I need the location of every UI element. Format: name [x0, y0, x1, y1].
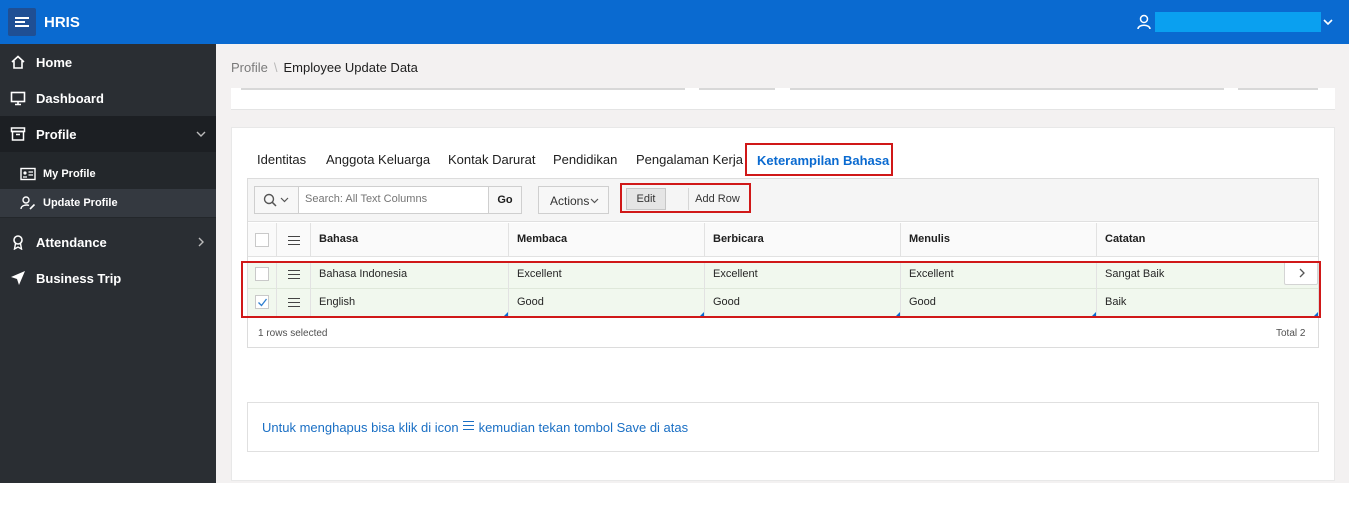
total-count: Total 2 [1276, 328, 1306, 339]
tab-pendidikan[interactable]: Pendidikan [553, 152, 617, 167]
sidebar-item-label: Profile [36, 127, 77, 142]
sidebar-item-dashboard[interactable]: Dashboard [0, 80, 216, 116]
breadcrumb-separator: \ [273, 60, 278, 75]
tab-pengalaman-kerja[interactable]: Pengalaman Kerja [636, 152, 743, 167]
tab-keterampilan-bahasa[interactable]: Keterampilan Bahasa [745, 143, 893, 176]
column-header-bahasa[interactable]: Bahasa [311, 223, 509, 257]
sidebar-item-profile[interactable]: Profile [0, 116, 216, 152]
id-card-icon [20, 167, 36, 181]
actions-menu-button[interactable]: Actions [538, 186, 609, 214]
chevron-down-icon [590, 198, 599, 204]
go-button[interactable]: Go [488, 187, 521, 213]
help-note-after: kemudian tekan tombol Save di atas [478, 420, 689, 435]
top-bar: HRIS [0, 0, 1349, 44]
help-note-before: Untuk menghapus bisa klik di icon [262, 420, 459, 435]
search-icon [263, 193, 277, 207]
sidebar-item-home[interactable]: Home [0, 44, 216, 80]
column-header-membaca[interactable]: Membaca [509, 223, 705, 257]
tab-kontak-darurat[interactable]: Kontak Darurat [448, 152, 535, 167]
monitor-icon [10, 91, 26, 106]
app-title: HRIS [44, 14, 80, 31]
previous-section-card [231, 88, 1335, 110]
actions-label: Actions [550, 194, 590, 208]
home-icon [11, 55, 25, 69]
add-row-button[interactable]: Add Row [688, 188, 746, 210]
search-input[interactable] [305, 193, 485, 205]
user-name[interactable] [1155, 12, 1321, 32]
search-column-selector[interactable] [255, 187, 299, 213]
sidebar-item-label: Business Trip [36, 271, 122, 286]
column-header-berbicara[interactable]: Berbicara [705, 223, 901, 257]
chevron-down-icon [280, 197, 289, 203]
archive-box-icon [10, 127, 26, 141]
breadcrumb: Profile \ Employee Update Data [231, 60, 418, 75]
select-all-checkbox[interactable] [255, 233, 269, 247]
sidebar-item-business-trip[interactable]: Business Trip [0, 260, 216, 296]
sidebar-item-update-profile[interactable]: Update Profile [0, 189, 216, 217]
menu-lines-icon [288, 236, 300, 245]
rows-highlight [241, 261, 1321, 318]
sidebar-item-label: Home [36, 55, 73, 70]
medal-icon [13, 235, 23, 250]
chevron-right-icon[interactable] [196, 236, 206, 248]
user-edit-icon [20, 196, 36, 210]
sidebar-item-label: Update Profile [43, 197, 118, 209]
tab-anggota-keluarga[interactable]: Anggota Keluarga [326, 152, 430, 167]
menu-toggle-button[interactable] [8, 8, 36, 36]
chevron-down-icon[interactable] [196, 128, 206, 140]
tab-label: Keterampilan Bahasa [757, 153, 890, 168]
breadcrumb-current: Employee Update Data [283, 60, 418, 75]
search-bar: Go [254, 186, 522, 214]
user-icon[interactable] [1137, 14, 1151, 30]
help-note: Untuk menghapus bisa klik di icon kemudia… [262, 420, 688, 435]
sidebar-item-label: Attendance [36, 235, 107, 250]
sidebar: Home Dashboard Profile My Profile Update… [0, 44, 216, 483]
edit-button[interactable]: Edit [626, 188, 666, 210]
chevron-down-icon[interactable] [1321, 15, 1335, 29]
column-header-catatan[interactable]: Catatan [1097, 223, 1318, 257]
sidebar-item-my-profile[interactable]: My Profile [0, 160, 216, 188]
breadcrumb-parent[interactable]: Profile [231, 60, 268, 75]
tab-identitas[interactable]: Identitas [257, 152, 306, 167]
edit-controls-highlight: Edit Add Row [620, 183, 751, 213]
sidebar-item-label: My Profile [43, 168, 96, 180]
row-actions-header [277, 223, 311, 257]
menu-lines-icon [462, 421, 475, 431]
select-all-cell [248, 223, 277, 257]
column-header-menulis[interactable]: Menulis [901, 223, 1097, 257]
plane-icon [11, 271, 25, 285]
grid-header-row: Bahasa Membaca Berbicara Menulis Catatan [248, 223, 1318, 257]
selection-count: 1 rows selected [258, 328, 328, 339]
sidebar-item-label: Dashboard [36, 91, 104, 106]
sidebar-item-attendance[interactable]: Attendance [0, 224, 216, 260]
